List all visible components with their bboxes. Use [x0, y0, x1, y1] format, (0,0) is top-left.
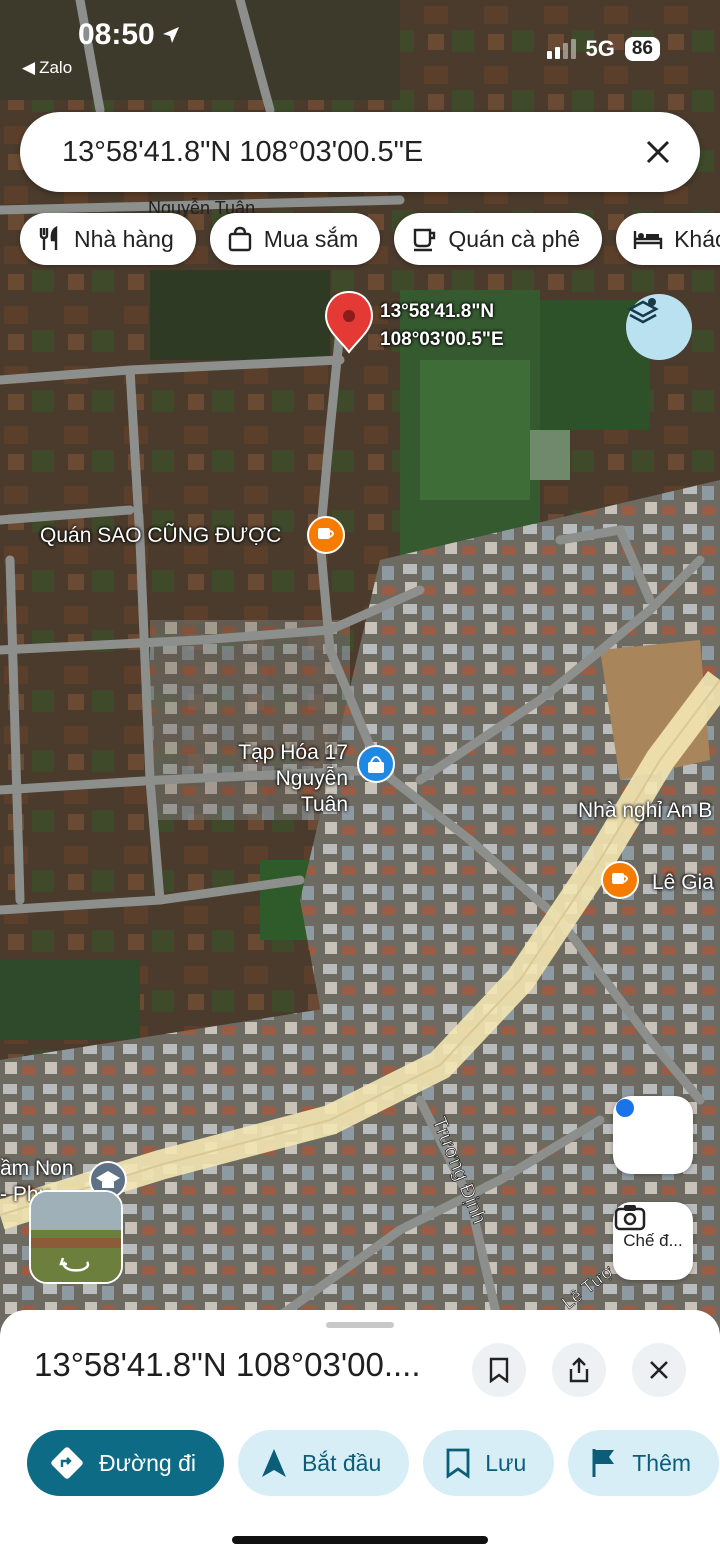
close-icon: [650, 1361, 668, 1379]
layers-icon: [627, 298, 659, 324]
chip-shopping[interactable]: Mua sắm: [209, 213, 381, 265]
coffee-cup-icon: [414, 228, 436, 252]
clock: 08:50: [78, 18, 181, 52]
place-bottom-sheet[interactable]: 13°58'41.8"N 108°03'00.... Đường đi Bắt …: [0, 1310, 720, 1560]
search-bar[interactable]: 13°58'41.8"N 108°03'00.5"E: [20, 112, 700, 192]
location-arrow-icon: [162, 27, 179, 43]
bed-icon: [633, 231, 663, 249]
poi-label-hotel[interactable]: Nhà nghỉ An B: [578, 798, 712, 824]
search-input[interactable]: 13°58'41.8"N 108°03'00.5"E: [62, 136, 628, 169]
status-bar: 08:50 ◀ Zalo 5G 86: [0, 0, 720, 90]
network-status: 5G 86: [546, 36, 660, 62]
chip-label: Quán cà phê: [448, 225, 581, 252]
photo-mode-label: Chế đ...: [623, 1231, 683, 1250]
home-indicator[interactable]: [232, 1536, 488, 1544]
my-location-icon: [616, 1099, 634, 1117]
bookmark-outline-icon: [489, 1357, 509, 1383]
add-label: Thêm: [632, 1449, 692, 1476]
poi-school-line1: ầm Non: [0, 1157, 74, 1180]
flag-icon: [592, 1449, 615, 1477]
my-location-button[interactable]: [613, 1096, 693, 1174]
close-sheet-button[interactable]: [632, 1343, 686, 1397]
save-icon-button[interactable]: [472, 1343, 526, 1397]
map-imagery: Nguyễn Tuân Trương Định Lê Tượ: [0, 0, 720, 1330]
place-title: 13°58'41.8"N 108°03'00....: [34, 1346, 421, 1383]
street-view-icon: [31, 1192, 121, 1282]
shop-poi-icon[interactable]: [357, 745, 395, 783]
save-label: Lưu: [485, 1449, 527, 1476]
directions-label: Đường đi: [99, 1449, 196, 1476]
drag-handle[interactable]: [326, 1322, 394, 1328]
satellite-map[interactable]: Nguyễn Tuân Trương Định Lê Tượ 13°58'41.…: [0, 0, 720, 1330]
street-view-thumbnail[interactable]: [29, 1190, 123, 1284]
pin-lng: 108°03'00.5"E: [380, 329, 504, 350]
layers-button[interactable]: [626, 294, 692, 360]
place-actions: Đường đi Bắt đầu Lưu Thêm: [27, 1430, 720, 1496]
back-app-label: Zalo: [39, 58, 73, 77]
category-chips: Nhà hàng Mua sắm Quán cà phê Khác: [20, 213, 720, 267]
share-icon: [569, 1357, 589, 1383]
bookmark-icon: [446, 1448, 470, 1479]
chip-label: Khác: [674, 225, 720, 252]
start-label: Bắt đầu: [301, 1449, 382, 1476]
poi-shop1-line1: Tạp Hóa 17: [238, 741, 348, 764]
share-button[interactable]: [552, 1343, 606, 1397]
pin-lat: 13°58'41.8"N: [380, 301, 495, 322]
pin-coordinate-label: 13°58'41.8"N 108°03'00.5"E: [380, 298, 504, 354]
chip-label: Mua sắm: [263, 225, 359, 252]
back-triangle-icon: ◀: [22, 58, 36, 77]
chip-label: Nhà hàng: [74, 225, 174, 252]
photo-mode-button[interactable]: Chế đ...: [613, 1202, 693, 1280]
chip-restaurants[interactable]: Nhà hàng: [20, 213, 196, 265]
poi-label-shop1[interactable]: Tạp Hóa 17 Nguyễn Tuân: [230, 740, 348, 818]
close-icon: [646, 140, 670, 164]
back-to-app-link[interactable]: ◀ Zalo: [22, 58, 72, 78]
network-type: 5G: [585, 36, 615, 61]
cafe-poi-icon[interactable]: [307, 516, 345, 554]
clear-search-button[interactable]: [628, 122, 688, 182]
poi-label-cafe1[interactable]: Quán SAO CŨNG ĐƯỢC: [40, 523, 281, 549]
signal-bars-icon: [546, 39, 576, 59]
directions-button[interactable]: Đường đi: [27, 1430, 224, 1496]
add-button[interactable]: Thêm: [568, 1430, 720, 1496]
poi-shop1-line2: Nguyễn Tuân: [275, 767, 348, 816]
shopping-bag-icon: [228, 226, 251, 252]
cafe-poi-icon-2[interactable]: [601, 861, 639, 899]
navigation-arrow-icon: [261, 1449, 286, 1477]
poi-label-cafe2[interactable]: Lê Gia: [652, 870, 714, 896]
save-button[interactable]: Lưu: [423, 1430, 555, 1496]
fork-knife-icon: [39, 225, 58, 250]
chip-coffee[interactable]: Quán cà phê: [394, 213, 603, 265]
start-button[interactable]: Bắt đầu: [237, 1430, 410, 1496]
directions-icon: [51, 1447, 83, 1479]
battery-icon: 86: [624, 37, 660, 61]
clock-time: 08:50: [78, 18, 155, 51]
camera-icon: [614, 1205, 646, 1231]
chip-hotels[interactable]: Khác: [616, 213, 720, 265]
